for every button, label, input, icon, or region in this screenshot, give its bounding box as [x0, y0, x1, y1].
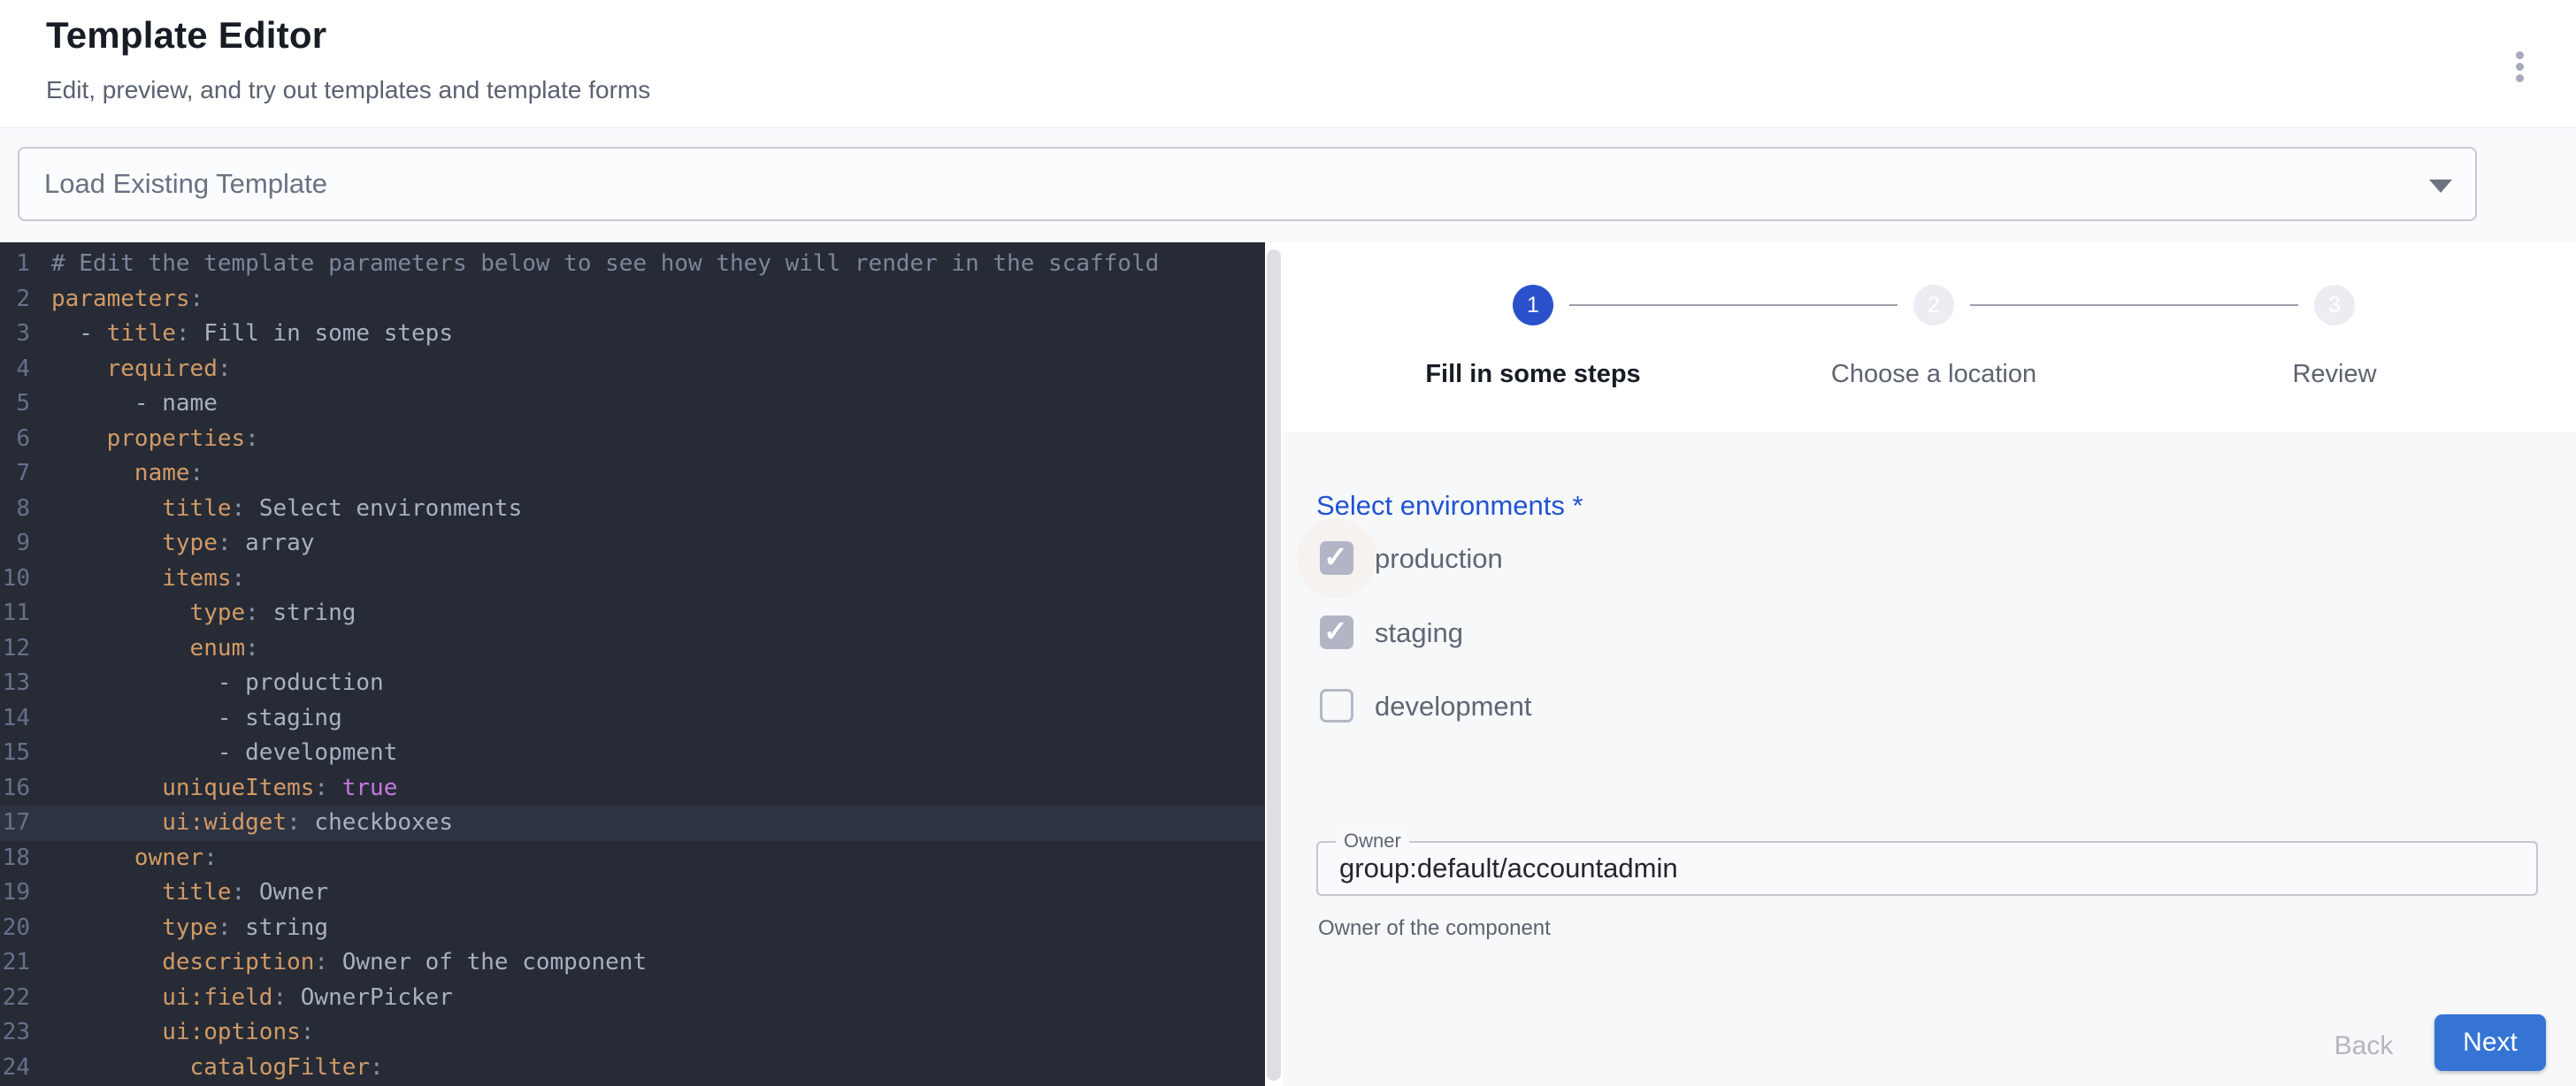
checkbox-checked[interactable]: ✓ — [1320, 541, 1353, 575]
line-number: 7 — [0, 456, 30, 492]
editor-line: 6 properties: — [0, 422, 1265, 457]
checkbox-unchecked[interactable] — [1320, 689, 1353, 723]
step-label: Fill in some steps — [1347, 360, 1719, 389]
editor-line: 20 type: string — [0, 911, 1265, 946]
owner-helper-text: Owner of the component — [1318, 916, 1551, 941]
back-button[interactable]: Back — [2306, 1029, 2421, 1064]
line-number: 16 — [0, 771, 30, 807]
template-form-panel: 1 Fill in some steps 2 Choose a location 3 Re… — [1283, 242, 2576, 1086]
line-number: 21 — [0, 945, 30, 981]
checkbox-label: staging — [1375, 616, 1463, 651]
page-header: Template Editor Edit, preview, and try o… — [0, 0, 2576, 127]
step-circle-2: 2 — [1913, 285, 1954, 325]
editor-line: 16 uniqueItems: true — [0, 771, 1265, 807]
editor-line: 7 name: — [0, 456, 1265, 492]
load-select-placeholder: Load Existing Template — [44, 168, 327, 200]
checkmark-icon: ✓ — [1323, 614, 1348, 648]
editor-line: 14 - staging — [0, 701, 1265, 737]
editor-line: 1# Edit the template parameters below to… — [0, 247, 1265, 282]
owner-field[interactable]: Owner group:default/accountadmin — [1316, 841, 2538, 896]
form-background — [1283, 432, 2576, 1086]
line-number: 1 — [0, 247, 30, 282]
load-existing-template-select[interactable]: Load Existing Template — [18, 147, 2477, 221]
editor-line: 2parameters: — [0, 282, 1265, 317]
line-number: 22 — [0, 981, 30, 1016]
page-subtitle: Edit, preview, and try out templates and… — [46, 76, 650, 104]
editor-line: 13 - production — [0, 666, 1265, 701]
load-template-toolbar: Load Existing Template ✕ — [0, 127, 2576, 242]
editor-line: 12 enum: — [0, 631, 1265, 667]
editor-line: 15 - development — [0, 736, 1265, 771]
line-number: 15 — [0, 736, 30, 771]
editor-line: 5 - name — [0, 386, 1265, 422]
line-number: 11 — [0, 596, 30, 631]
line-number: 10 — [0, 562, 30, 597]
step-circle-1: 1 — [1513, 285, 1553, 325]
checkbox-label: development — [1375, 689, 1532, 724]
editor-line: 9 type: array — [0, 526, 1265, 562]
editor-line: 17 ui:widget: checkboxes — [0, 806, 1265, 841]
editor-line: 23 ui:options: — [0, 1015, 1265, 1051]
checkbox-checked[interactable]: ✓ — [1320, 616, 1353, 649]
step-circle-3: 3 — [2314, 285, 2355, 325]
owner-field-value: group:default/accountadmin — [1339, 849, 1678, 888]
line-number: 23 — [0, 1015, 30, 1051]
editor-line: 24 catalogFilter: — [0, 1051, 1265, 1086]
editor-line: 4 required: — [0, 352, 1265, 387]
line-number: 4 — [0, 352, 30, 387]
step-connector-line — [1569, 304, 1898, 306]
line-number: 12 — [0, 631, 30, 667]
panel-resize-handle[interactable] — [1267, 249, 1281, 1081]
template-editor-app: Template Editor Edit, preview, and try o… — [0, 0, 2576, 1086]
line-number: 5 — [0, 386, 30, 422]
line-number: 8 — [0, 492, 30, 527]
line-number: 14 — [0, 701, 30, 737]
editor-line: 8 title: Select environments — [0, 492, 1265, 527]
editor-line: 10 items: — [0, 562, 1265, 597]
editor-line: 21 description: Owner of the component — [0, 945, 1265, 981]
page-title: Template Editor — [46, 14, 326, 57]
line-number: 18 — [0, 841, 30, 876]
line-number: 17 — [0, 806, 30, 841]
step-label: Choose a location — [1748, 360, 2120, 389]
step-label: Review — [2149, 360, 2520, 389]
editor-line: 3 - title: Fill in some steps — [0, 317, 1265, 352]
more-options-kebab-icon[interactable] — [2511, 46, 2529, 88]
dropdown-caret-icon — [2429, 180, 2452, 193]
editor-line: 18 owner: — [0, 841, 1265, 876]
next-button[interactable]: Next — [2434, 1014, 2546, 1071]
line-number: 6 — [0, 422, 30, 457]
line-number: 9 — [0, 526, 30, 562]
line-number: 13 — [0, 666, 30, 701]
line-number: 20 — [0, 911, 30, 946]
editor-line: 11 type: string — [0, 596, 1265, 631]
line-number: 24 — [0, 1051, 30, 1086]
checkmark-icon: ✓ — [1323, 539, 1348, 574]
line-number: 3 — [0, 317, 30, 352]
line-number: 2 — [0, 282, 30, 317]
editor-line: 19 title: Owner — [0, 876, 1265, 911]
code-editor[interactable]: 1# Edit the template parameters below to… — [0, 242, 1265, 1086]
select-environments-label: Select environments * — [1316, 490, 1583, 522]
line-number: 19 — [0, 876, 30, 911]
editor-line: 22 ui:field: OwnerPicker — [0, 981, 1265, 1016]
checkbox-label: production — [1375, 541, 1503, 577]
step-connector-line — [1970, 304, 2298, 306]
